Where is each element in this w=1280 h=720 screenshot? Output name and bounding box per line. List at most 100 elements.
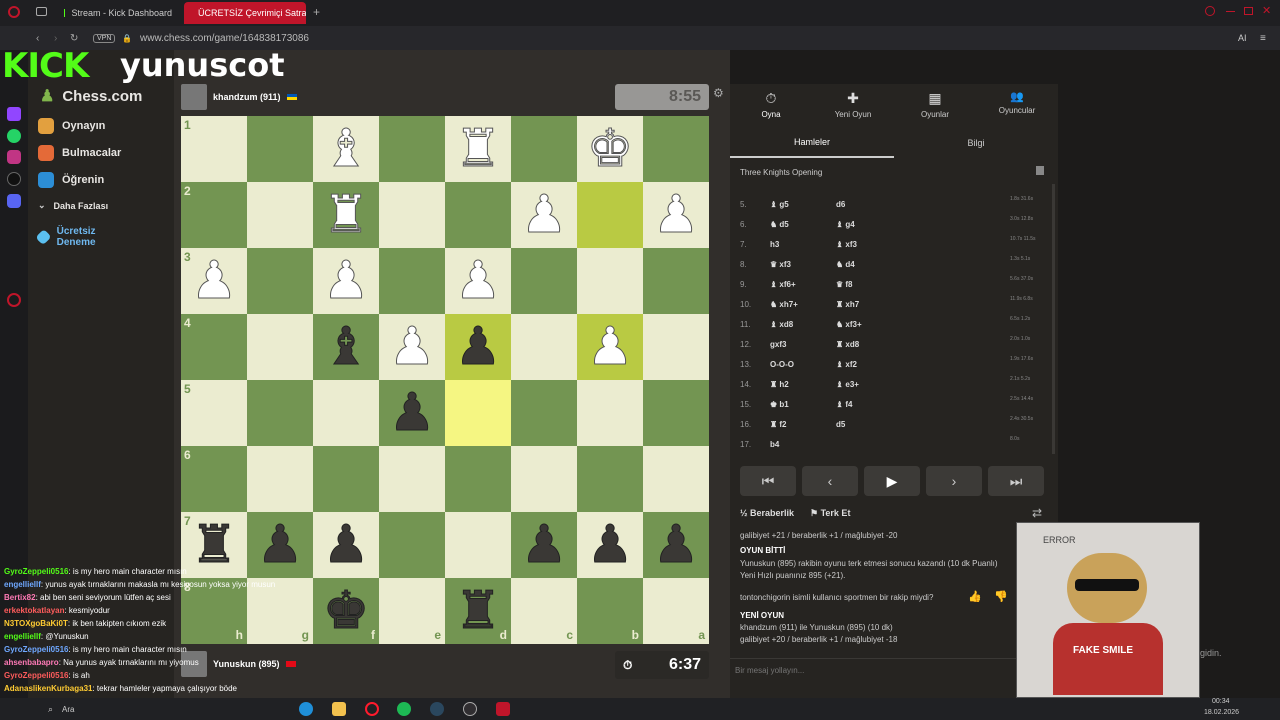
- square[interactable]: ♟: [379, 314, 445, 380]
- square[interactable]: a: [643, 578, 709, 644]
- move[interactable]: ♝ xf3: [836, 240, 902, 249]
- move[interactable]: ♝ xf6+: [770, 280, 836, 289]
- maximize-button[interactable]: [1244, 7, 1253, 15]
- twitch-icon[interactable]: [7, 107, 21, 121]
- move[interactable]: ♝ g5: [770, 200, 836, 209]
- search-icon[interactable]: ⌕: [48, 704, 53, 715]
- square[interactable]: 4: [181, 314, 247, 380]
- tab-grid-icon[interactable]: [36, 7, 47, 16]
- square[interactable]: ♝: [313, 314, 379, 380]
- discord-icon[interactable]: [7, 194, 21, 208]
- media-icon[interactable]: [496, 702, 510, 716]
- chess-logo[interactable]: ♟ Chess.com: [40, 86, 142, 106]
- square[interactable]: [247, 380, 313, 446]
- chess-piece[interactable]: ♚: [586, 123, 634, 176]
- chess-piece[interactable]: ♜: [190, 519, 238, 572]
- square[interactable]: b: [577, 578, 643, 644]
- square[interactable]: [577, 182, 643, 248]
- square[interactable]: [379, 248, 445, 314]
- obs-icon[interactable]: [463, 702, 477, 716]
- square[interactable]: 1: [181, 116, 247, 182]
- chess-piece[interactable]: ♟: [652, 519, 700, 572]
- move[interactable]: O-O-O: [770, 360, 836, 369]
- square[interactable]: [511, 314, 577, 380]
- tab-players[interactable]: 👥 Oyuncular: [976, 90, 1058, 115]
- square[interactable]: ♟: [643, 182, 709, 248]
- chess-piece[interactable]: ♜: [322, 189, 370, 242]
- minimize-button[interactable]: [1226, 11, 1235, 12]
- settings-gear-icon[interactable]: ⚙: [713, 86, 724, 100]
- chess-piece[interactable]: ♟: [586, 519, 634, 572]
- tab-new-game[interactable]: ✚ Yeni Oyun: [812, 90, 894, 119]
- chess-piece[interactable]: ♟: [520, 189, 568, 242]
- move[interactable]: ♛ f8: [836, 280, 902, 289]
- settings-icon[interactable]: [7, 293, 21, 307]
- square[interactable]: ♟: [511, 182, 577, 248]
- move[interactable]: ♛ xf3: [770, 260, 836, 269]
- resign-button[interactable]: ⚑ Terk Et: [810, 508, 850, 519]
- thumbs-down-icon[interactable]: 👎: [994, 590, 1008, 603]
- vpn-badge[interactable]: VPN: [93, 33, 116, 43]
- square[interactable]: [379, 116, 445, 182]
- chess-piece[interactable]: ♟: [586, 321, 634, 374]
- chess-board[interactable]: 1 ♝ ♜ ♚ 2 ♜ ♟ ♟ 3 ♟ ♟ ♟ 4 ♝ ♟ ♟ ♟ 5 ♟ 6 7 ♜ ♟ ♟ ♟ ♟ ♟ 8 h g f ♚ e d ♜ c b a: [181, 116, 709, 644]
- thumbs-up-icon[interactable]: 👍: [968, 590, 982, 603]
- square[interactable]: ♚: [577, 116, 643, 182]
- chess-piece[interactable]: ♟: [322, 519, 370, 572]
- back-icon[interactable]: ‹: [36, 33, 39, 44]
- square[interactable]: c: [511, 578, 577, 644]
- move[interactable]: gxf3: [770, 340, 836, 349]
- nav-play[interactable]: Oynayın: [38, 118, 105, 134]
- square[interactable]: ♟: [577, 314, 643, 380]
- move[interactable]: ♝ xd8: [770, 320, 836, 329]
- avatar[interactable]: [181, 84, 207, 110]
- chess-piece[interactable]: ♝: [322, 123, 370, 176]
- draw-button[interactable]: ½ Beraberlik: [740, 508, 794, 518]
- square[interactable]: [643, 446, 709, 512]
- edge-icon[interactable]: [299, 702, 313, 716]
- square[interactable]: [379, 446, 445, 512]
- steam-icon[interactable]: [430, 702, 444, 716]
- chess-piece[interactable]: ♟: [322, 255, 370, 308]
- nav-more[interactable]: ⌄ Daha Fazlası: [38, 200, 108, 211]
- chess-piece[interactable]: ♟: [190, 255, 238, 308]
- nav-learn[interactable]: Öğrenin: [38, 172, 104, 188]
- square[interactable]: [511, 380, 577, 446]
- square[interactable]: [247, 116, 313, 182]
- square[interactable]: [445, 182, 511, 248]
- move[interactable]: ♞ xh7+: [770, 300, 836, 309]
- square[interactable]: [247, 182, 313, 248]
- chess-piece[interactable]: ♟: [256, 519, 304, 572]
- move[interactable]: d5: [836, 420, 902, 429]
- whatsapp-icon[interactable]: [7, 129, 21, 143]
- square[interactable]: [247, 248, 313, 314]
- square[interactable]: [643, 248, 709, 314]
- tab-kick-dashboard[interactable]: Stream - Kick Dashboard: [56, 2, 180, 24]
- prev-move-button[interactable]: ‹: [802, 466, 858, 496]
- tab-games[interactable]: ▦ Oyunlar: [894, 90, 976, 119]
- square[interactable]: [445, 512, 511, 578]
- square[interactable]: [577, 380, 643, 446]
- square[interactable]: ♝: [313, 116, 379, 182]
- square[interactable]: e: [379, 578, 445, 644]
- menu-icon[interactable]: ≡: [1260, 33, 1266, 44]
- taskbar-search[interactable]: Ara: [62, 705, 74, 714]
- tab-play[interactable]: ⏱ Oyna: [730, 90, 812, 119]
- square[interactable]: 5: [181, 380, 247, 446]
- tab-moves[interactable]: Hamleler: [730, 128, 894, 158]
- reload-icon[interactable]: ↻: [70, 33, 78, 44]
- search-tabs-icon[interactable]: [1205, 6, 1215, 16]
- move[interactable]: b4: [770, 440, 836, 449]
- square[interactable]: [577, 446, 643, 512]
- folder-icon[interactable]: [332, 702, 346, 716]
- next-move-button[interactable]: ›: [926, 466, 982, 496]
- square[interactable]: [445, 380, 511, 446]
- ai-button[interactable]: AI: [1238, 33, 1247, 43]
- square[interactable]: 3 ♟: [181, 248, 247, 314]
- move[interactable]: ♝ f4: [836, 400, 902, 409]
- move[interactable]: ♚ b1: [770, 400, 836, 409]
- square[interactable]: [643, 380, 709, 446]
- move[interactable]: ♝ g4: [836, 220, 902, 229]
- nav-puzzles[interactable]: Bulmacalar: [38, 145, 121, 161]
- square[interactable]: [643, 314, 709, 380]
